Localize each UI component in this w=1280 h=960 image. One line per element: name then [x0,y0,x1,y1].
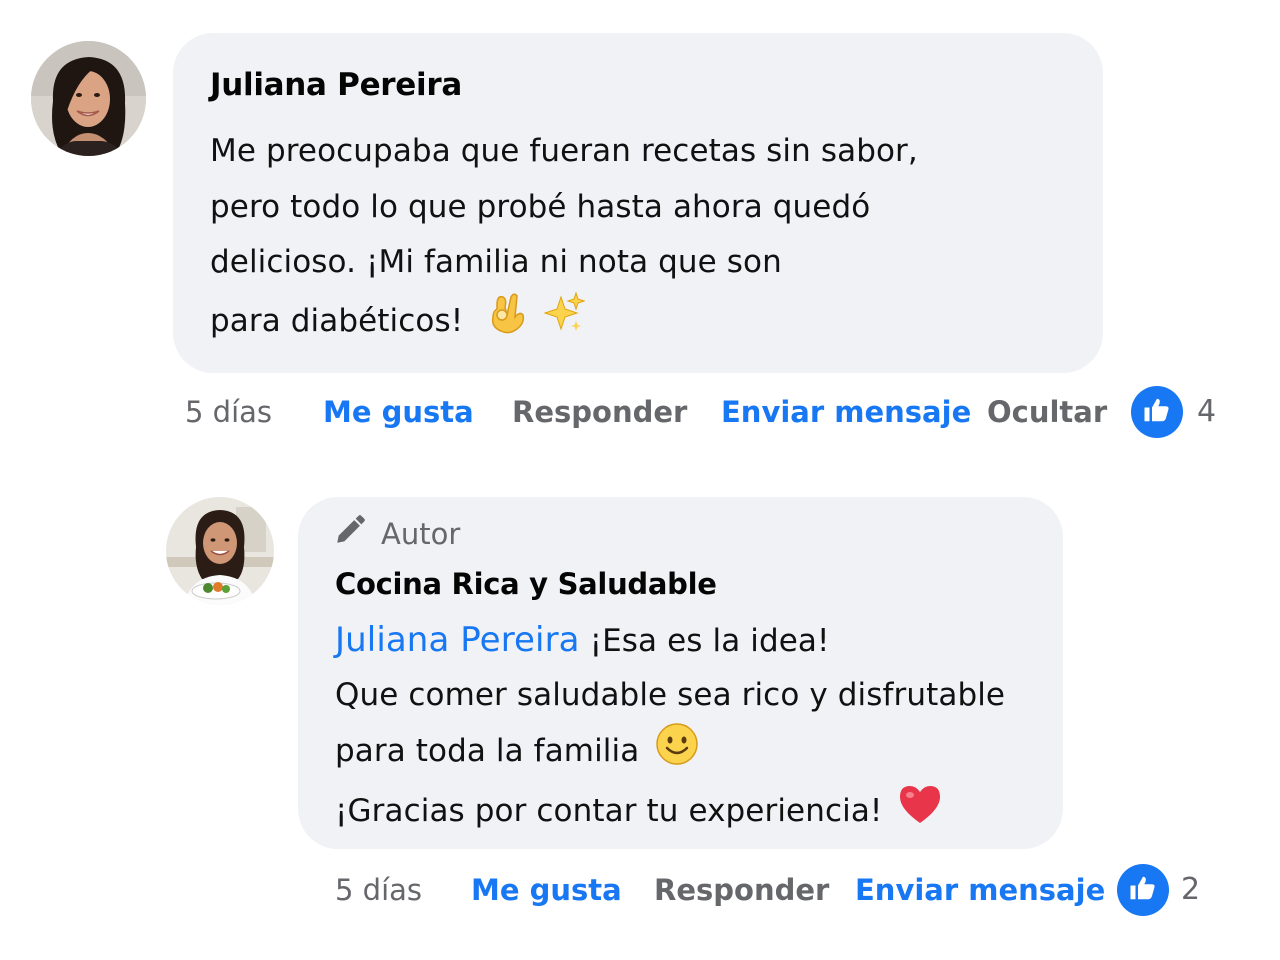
reply-time[interactable]: 5 días [335,873,422,907]
comment-line-last: para diabéticos! [210,290,918,354]
hide-button[interactable]: Ocultar [987,395,1107,429]
comment-text: Me preocupaba que fueran recetas sin sab… [210,124,918,353]
thumbs-up-icon [1128,873,1158,907]
comment-author[interactable]: Juliana Pereira [210,67,462,103]
like-count: 4 [1197,394,1217,429]
avatar-juliana[interactable] [31,41,146,156]
reply-line-heart: ¡Gracias por contar tu experiencia! [335,783,1005,842]
like-button[interactable]: Me gusta [471,873,622,907]
reply-button[interactable]: Responder [512,395,687,429]
thumbs-up-icon [1142,395,1172,429]
mention-link[interactable]: Juliana Pereira [335,620,580,660]
comment-line: pero todo lo que probé hasta ahora quedó [210,188,871,225]
reply-author[interactable]: Cocina Rica y Saludable [335,567,717,601]
avatar-cocina[interactable] [166,497,274,605]
like-button[interactable]: Me gusta [323,395,474,429]
reply-line: para toda la familia [335,733,640,769]
like-count: 2 [1181,872,1201,907]
reply-line: ¡Gracias por contar tu experiencia! [335,793,883,829]
reply-line: ¡Esa es la idea! [589,623,830,659]
author-badge: Autor [333,513,460,554]
reply-button[interactable]: Responder [654,873,829,907]
reply-text: Juliana Pereira ¡Esa es la idea! Que com… [335,613,1005,842]
reply-line-emoji: para toda la familia [335,722,1005,783]
comment-actions: 5 días Me gusta Responder Enviar mensaje… [185,395,1235,435]
author-badge-label: Autor [381,516,461,551]
sparkles-emoji [541,290,586,354]
reply-actions: 5 días Me gusta Responder Enviar mensaje [335,873,1105,913]
send-message-button[interactable]: Enviar mensaje [855,873,1105,907]
comment-time[interactable]: 5 días [185,395,272,429]
smiling-face-emoji [655,722,699,783]
comment-line: Me preocupaba que fueran recetas sin sab… [210,133,918,169]
reply-line-first: Juliana Pereira ¡Esa es la idea! [335,613,1005,668]
reply-line: Que comer saludable sea rico y disfrutab… [335,677,1006,713]
comment-line: delicioso. ¡Mi familia ni nota que son [210,244,782,280]
comment-line: para diabéticos! [210,302,464,339]
red-heart-emoji [898,783,942,842]
like-reaction-badge[interactable] [1117,864,1169,916]
pencil-icon [333,513,367,554]
like-reaction-badge[interactable] [1131,386,1183,438]
ok-hand-emoji [487,291,527,354]
send-message-button[interactable]: Enviar mensaje [721,395,971,429]
